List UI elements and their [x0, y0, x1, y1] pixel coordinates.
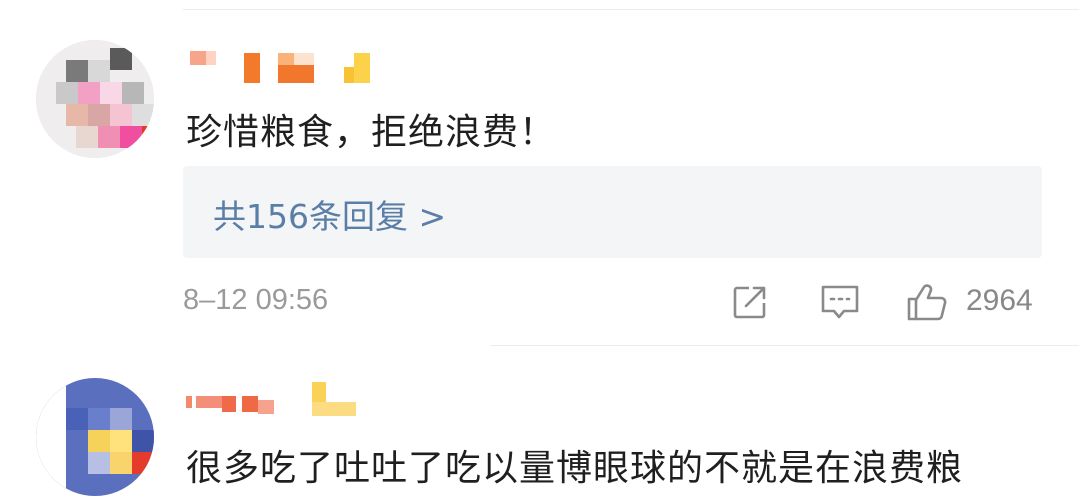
comment-icon[interactable] [820, 284, 860, 320]
avatar[interactable] [36, 40, 154, 158]
replies-button[interactable]: 共156条回复 > [183, 166, 1042, 258]
username[interactable] [186, 378, 386, 418]
share-icon[interactable] [732, 284, 768, 320]
replies-label: 共156条回复 > [213, 197, 447, 236]
divider [490, 345, 1079, 346]
like-count: 2964 [966, 284, 1033, 317]
divider-top [183, 9, 1079, 10]
timestamp: 8–12 09:56 [183, 284, 329, 316]
like-icon[interactable] [906, 281, 948, 323]
comment-text: 很多吃了吐吐了吃以量博眼球的不就是在浪费粮 [186, 448, 964, 489]
username[interactable] [190, 45, 390, 85]
avatar[interactable] [36, 378, 154, 496]
comment-text: 珍惜粮食，拒绝浪费！ [186, 112, 557, 153]
